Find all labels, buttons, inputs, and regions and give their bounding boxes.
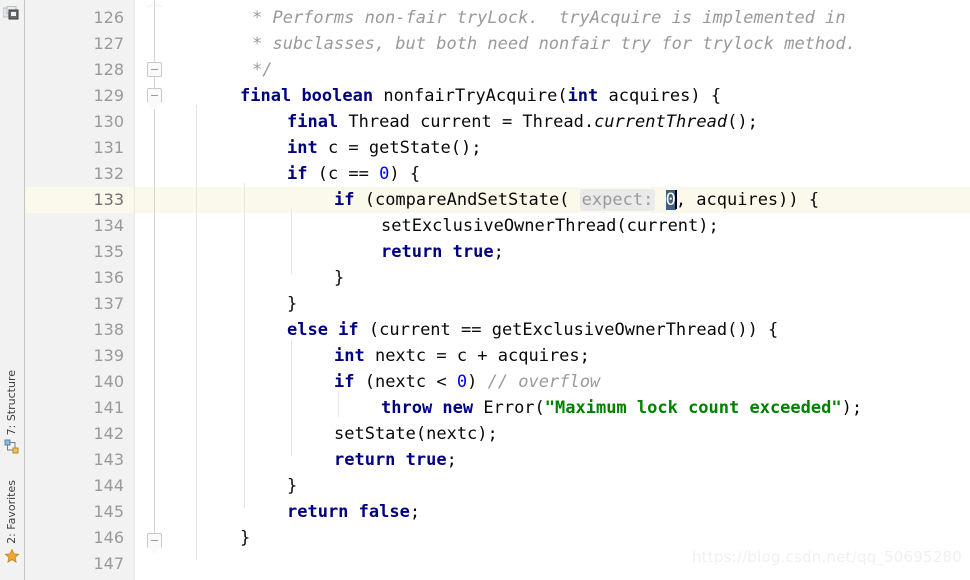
code-line-128: */ [252, 57, 272, 83]
line-number: 145 [93, 502, 124, 521]
fold-region-spine [154, 0, 155, 62]
project-folder-icon[interactable] [2, 6, 21, 22]
code-line-137: } [287, 294, 298, 314]
line-number: 127 [93, 34, 124, 53]
line-number: 135 [93, 242, 124, 261]
code-line-127: * subclasses, but both need nonfair try … [252, 31, 856, 57]
code-line-126: * Performs non-fair tryLock. tryAcquire … [252, 5, 846, 31]
sidebar-item-favorites[interactable]: 2: Favorites [0, 480, 24, 564]
fold-marker-tail [147, 102, 162, 109]
line-number: 143 [93, 450, 124, 469]
line-number: 144 [93, 476, 124, 495]
line-number: 142 [93, 424, 124, 443]
sidebar-item-label: 2: Favorites [5, 480, 18, 544]
code-line-146: } [240, 528, 251, 548]
line-number: 139 [93, 346, 124, 365]
fold-collapse-marker-128[interactable] [147, 62, 162, 77]
code-line-145: return false; [287, 502, 421, 522]
sidebar-item-label: 7: Structure [5, 370, 18, 436]
javadoc-comment: * subclasses, but both need nonfair try … [252, 34, 856, 54]
code-line-131: int c = getState(); [287, 138, 482, 158]
line-number-current: 133 [93, 190, 124, 209]
indent-guide [196, 105, 197, 560]
code-line-144: } [287, 476, 298, 496]
line-number: 147 [93, 554, 124, 573]
line-number: 130 [93, 112, 124, 131]
fold-collapse-marker-129[interactable] [147, 88, 162, 103]
fold-marker-tail [147, 547, 162, 554]
ide-editor-window: 7: Structure 2: Favorites 126 127 128 12… [0, 0, 970, 580]
indent-guide [291, 209, 292, 274]
code-line-135: return true; [381, 242, 504, 262]
minus-icon [151, 95, 158, 96]
code-line-134: setExclusiveOwnerThread(current); [381, 216, 719, 236]
line-number: 136 [93, 268, 124, 287]
line-number: 137 [93, 294, 124, 313]
code-line-130: final Thread current = Thread.currentThr… [287, 112, 758, 132]
line-number: 128 [93, 60, 124, 79]
fold-end-marker-146[interactable] [147, 533, 162, 548]
minus-icon [151, 540, 158, 541]
code-line-143: return true; [334, 450, 457, 470]
favorites-star-icon [4, 548, 20, 564]
line-number: 141 [93, 398, 124, 417]
watermark-text: https://blog.csdn.net/qq_50695280 [692, 548, 962, 566]
code-line-140: if (nextc < 0) // overflow [334, 372, 601, 392]
code-folding-column[interactable] [134, 0, 195, 580]
code-line-136: } [334, 268, 345, 288]
line-number: 131 [93, 138, 124, 157]
javadoc-comment: * Performs non-fair tryLock. tryAcquire … [252, 8, 846, 28]
indent-guide [291, 339, 292, 456]
code-line-129: final boolean nonfairTryAcquire(int acqu… [240, 86, 722, 106]
line-number: 134 [93, 216, 124, 235]
code-line-139: int nextc = c + acquires; [334, 346, 590, 366]
structure-icon [4, 439, 20, 455]
line-number-gutter[interactable]: 126 127 128 129 130 131 132 133 134 135 … [25, 0, 134, 580]
fold-region-spine [154, 77, 155, 88]
code-line-141: throw new Error("Maximum lock count exce… [381, 398, 863, 418]
line-number: 138 [93, 320, 124, 339]
code-line-132: if (c == 0) { [287, 164, 421, 184]
code-line-138: else if (current == getExclusiveOwnerThr… [287, 320, 779, 340]
tool-window-stripe-left: 7: Structure 2: Favorites [0, 0, 25, 580]
code-line-142: setState(nextc); [334, 424, 498, 444]
fold-region-spine [154, 109, 155, 533]
code-line-133-current: if (compareAndSetState( expect: 0, acqui… [334, 189, 820, 211]
line-number: 126 [93, 8, 124, 27]
code-editor-area[interactable]: * Performs non-fair tryLock. tryAcquire … [195, 0, 970, 580]
minus-icon [151, 69, 158, 70]
javadoc-comment-close: */ [252, 60, 273, 80]
parameter-hint: expect: [579, 189, 656, 211]
sidebar-item-structure[interactable]: 7: Structure [0, 370, 24, 455]
current-line-fold-highlight [135, 187, 195, 213]
indent-guide [244, 183, 245, 508]
line-number: 140 [93, 372, 124, 391]
line-number: 146 [93, 528, 124, 547]
line-number: 129 [93, 86, 124, 105]
line-number: 132 [93, 164, 124, 183]
